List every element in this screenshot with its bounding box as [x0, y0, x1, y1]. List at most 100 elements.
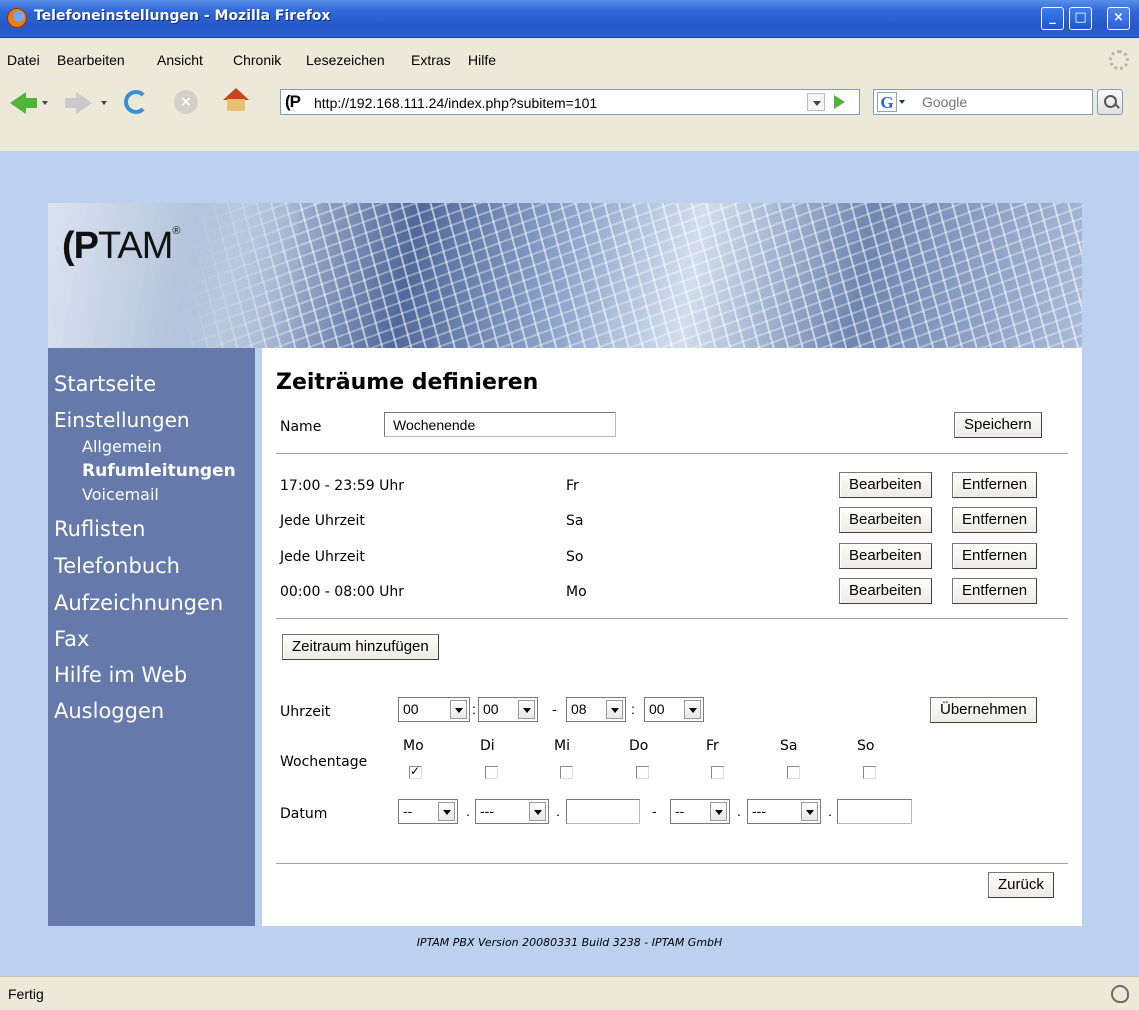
navigation-toolbar: × (P http://192.168.111.24/index.php?sub…	[0, 81, 1139, 151]
sidebar-item-fax[interactable]: Fax	[54, 627, 89, 651]
chevron-down-icon	[450, 700, 467, 719]
date-to-month-select[interactable]: ---	[747, 799, 821, 824]
edit-period-button[interactable]: Bearbeiten	[839, 507, 932, 533]
sidebar-item-ruflisten[interactable]: Ruflisten	[54, 517, 145, 541]
remove-period-button[interactable]: Entfernen	[952, 472, 1038, 498]
weekday-checkbox-di[interactable]	[485, 766, 498, 779]
forward-button[interactable]	[64, 92, 94, 114]
reload-icon[interactable]	[124, 90, 148, 114]
apply-button[interactable]: Übernehmen	[930, 697, 1037, 723]
page-title: Zeiträume definieren	[276, 370, 539, 395]
chevron-down-icon	[710, 802, 727, 821]
time-to-hour-select[interactable]: 08	[566, 697, 626, 722]
weekday-label-di: Di	[480, 738, 495, 754]
back-button[interactable]: Zurück	[988, 872, 1054, 898]
edit-period-button[interactable]: Bearbeiten	[839, 472, 932, 498]
name-input[interactable]	[384, 412, 616, 437]
weekday-checkbox-so[interactable]	[863, 766, 876, 779]
sidebar-item-voicemail[interactable]: Voicemail	[82, 485, 159, 504]
sidebar-item-aufzeichnungen[interactable]: Aufzeichnungen	[54, 591, 223, 615]
minimize-button[interactable]: _	[1041, 7, 1064, 30]
menu-chronik[interactable]: Chronik	[233, 52, 281, 68]
throbber-icon	[1109, 50, 1129, 70]
separator: :	[472, 701, 476, 717]
date-from-day-select[interactable]: --	[398, 799, 458, 824]
edit-period-button[interactable]: Bearbeiten	[839, 578, 932, 604]
date-from-month-select[interactable]: ---	[475, 799, 549, 824]
maximize-button[interactable]: □	[1069, 7, 1092, 30]
chevron-down-icon	[518, 700, 535, 719]
search-engine-icon[interactable]: G	[877, 92, 897, 112]
menubar: Datei Bearbeiten Ansicht Chronik Lesezei…	[0, 39, 1139, 81]
period-day: Mo	[566, 584, 587, 600]
window-titlebar: Telefoneinstellungen - Mozilla Firefox _…	[0, 0, 1139, 38]
back-history-dropdown[interactable]	[42, 101, 48, 105]
date-to-year-input[interactable]	[837, 799, 912, 824]
iptam-logo: (PTAM®	[62, 225, 181, 267]
time-from-hour-select[interactable]: 00	[398, 697, 470, 722]
weekday-checkbox-mi[interactable]	[560, 766, 573, 779]
sidebar-item-einstellungen[interactable]: Einstellungen	[54, 408, 190, 432]
time-from-minute-select[interactable]: 00	[478, 697, 538, 722]
search-button[interactable]	[1097, 89, 1123, 115]
sidebar-item-startseite[interactable]: Startseite	[54, 372, 156, 396]
weekdays-label: Wochentage	[280, 754, 368, 770]
period-time: 17:00 - 23:59 Uhr	[280, 478, 404, 494]
chevron-down-icon	[606, 700, 623, 719]
time-label: Uhrzeit	[280, 704, 331, 720]
forward-arrow-icon	[76, 92, 92, 114]
forward-history-dropdown[interactable]	[101, 101, 107, 105]
period-time: Jede Uhrzeit	[280, 513, 365, 529]
menu-extras[interactable]: Extras	[411, 52, 451, 68]
date-label: Datum	[280, 806, 328, 822]
remove-period-button[interactable]: Entfernen	[952, 507, 1038, 533]
menu-bearbeiten[interactable]: Bearbeiten	[57, 52, 125, 68]
add-period-button[interactable]: Zeitraum hinzufügen	[282, 634, 439, 660]
search-input[interactable]	[922, 93, 1087, 111]
statusbar: Fertig	[0, 976, 1139, 1010]
weekday-label-so: So	[857, 738, 875, 754]
chevron-down-icon	[529, 802, 546, 821]
back-button[interactable]	[10, 92, 40, 114]
weekday-checkbox-do[interactable]	[636, 766, 649, 779]
menu-lesezeichen[interactable]: Lesezeichen	[306, 52, 385, 68]
sidebar-item-telefonbuch[interactable]: Telefonbuch	[54, 554, 180, 578]
go-button[interactable]	[834, 95, 845, 109]
period-time: 00:00 - 08:00 Uhr	[280, 584, 404, 600]
separator: .	[737, 803, 741, 819]
remove-period-button[interactable]: Entfernen	[952, 543, 1038, 569]
page-footer: IPTAM PBX Version 20080331 Build 3238 - …	[416, 936, 723, 949]
date-to-day-select[interactable]: --	[670, 799, 730, 824]
period-day: Sa	[566, 513, 584, 529]
search-bar[interactable]: G	[873, 89, 1093, 115]
weekday-checkbox-fr[interactable]	[711, 766, 724, 779]
sidebar-item-allgemein[interactable]: Allgemein	[82, 437, 162, 456]
back-arrow-icon	[10, 92, 26, 114]
menu-hilfe[interactable]: Hilfe	[468, 52, 496, 68]
sidebar: Startseite Einstellungen Allgemein Rufum…	[48, 348, 255, 926]
sidebar-item-rufumleitungen[interactable]: Rufumleitungen	[82, 461, 236, 481]
url-bar[interactable]: (P http://192.168.111.24/index.php?subit…	[280, 89, 860, 115]
time-to-minute-select[interactable]: 00	[644, 697, 704, 722]
sidebar-item-ausloggen[interactable]: Ausloggen	[54, 699, 164, 723]
period-day: Fr	[566, 478, 579, 494]
firefox-icon	[7, 8, 27, 28]
url-history-dropdown[interactable]	[807, 93, 825, 111]
menu-datei[interactable]: Datei	[7, 52, 40, 68]
save-button[interactable]: Speichern	[954, 412, 1042, 438]
weekday-checkbox-sa[interactable]	[787, 766, 800, 779]
home-button[interactable]	[223, 88, 249, 112]
search-engine-dropdown[interactable]	[899, 100, 905, 104]
edit-period-button[interactable]: Bearbeiten	[839, 543, 932, 569]
date-from-year-input[interactable]	[566, 799, 640, 824]
header-banner: (PTAM®	[48, 203, 1082, 348]
stop-icon[interactable]: ×	[174, 90, 198, 114]
close-button[interactable]: ×	[1107, 7, 1130, 30]
separator: .	[466, 803, 470, 819]
url-text[interactable]: http://192.168.111.24/index.php?subitem=…	[314, 95, 597, 111]
menu-ansicht[interactable]: Ansicht	[157, 52, 203, 68]
name-label: Name	[280, 419, 322, 435]
weekday-checkbox-mo[interactable]	[409, 764, 422, 779]
remove-period-button[interactable]: Entfernen	[952, 578, 1038, 604]
sidebar-item-hilfe-im-web[interactable]: Hilfe im Web	[54, 663, 187, 687]
